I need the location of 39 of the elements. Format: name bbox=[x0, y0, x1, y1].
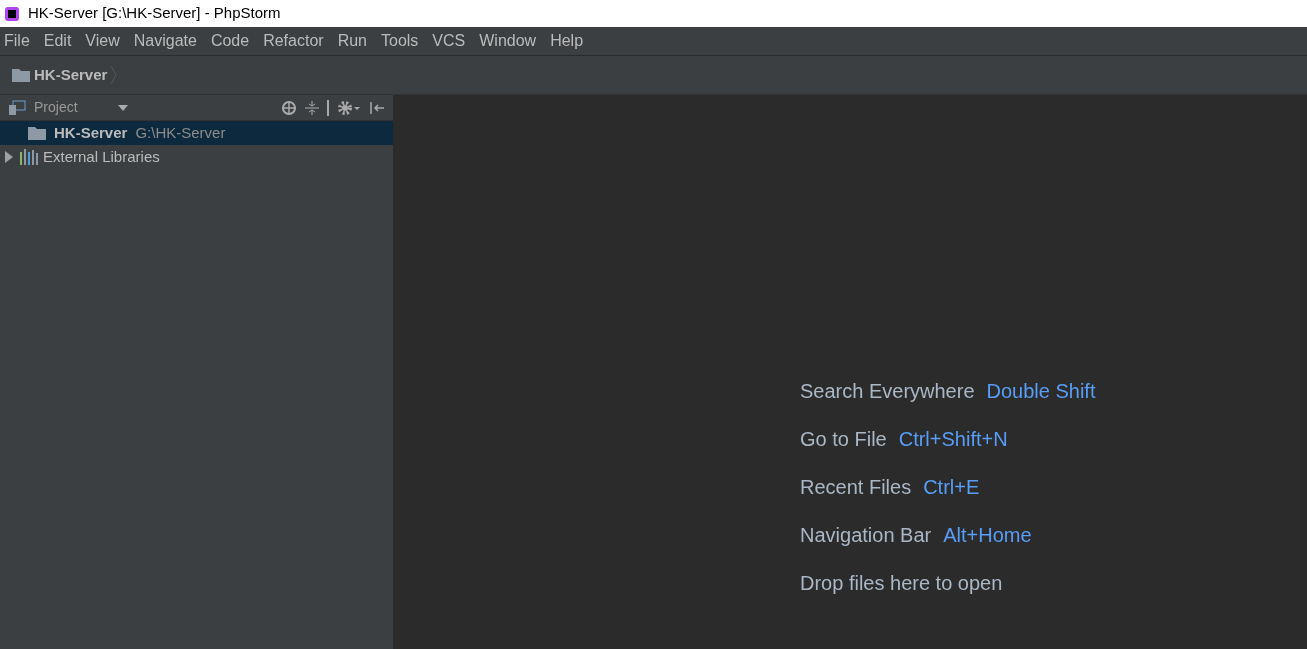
collapse-all-icon[interactable] bbox=[305, 99, 319, 116]
chevron-right-icon bbox=[111, 66, 118, 84]
menu-item[interactable]: Edit bbox=[43, 29, 72, 53]
hint-text: Drop files here to open bbox=[800, 571, 1003, 596]
tree-label: HK-Server bbox=[54, 122, 128, 143]
tree-item[interactable]: HK-Server G:\HK-Server bbox=[0, 121, 393, 145]
window-title: HK-Server [G:\HK-Server] - PhpStorm bbox=[28, 3, 281, 24]
menu-item[interactable]: File bbox=[4, 29, 30, 53]
project-view-icon bbox=[8, 99, 26, 116]
library-icon bbox=[20, 149, 39, 165]
dropdown-caret-icon[interactable] bbox=[117, 104, 128, 111]
hide-panel-icon[interactable] bbox=[369, 99, 385, 116]
hint-text: Go to File bbox=[800, 427, 887, 452]
shortcut-text: Ctrl+Shift+N bbox=[898, 427, 1008, 452]
shortcut-text: Alt+Home bbox=[943, 523, 1032, 548]
folder-path: G:\HK-Server bbox=[135, 122, 226, 143]
app-logo-icon bbox=[4, 5, 20, 22]
locate-icon[interactable] bbox=[281, 99, 297, 116]
hint-text: Search Everywhere bbox=[800, 379, 975, 404]
breadcrumb-item[interactable]: HK-Server bbox=[34, 63, 108, 87]
shortcut-text: Double Shift bbox=[986, 379, 1096, 404]
menu-item[interactable]: Help bbox=[550, 29, 584, 53]
menu-item[interactable]: Refactor bbox=[263, 29, 324, 53]
shortcut-text: Ctrl+E bbox=[923, 475, 980, 500]
hint-text: Recent Files bbox=[800, 475, 912, 500]
settings-icon[interactable] bbox=[337, 99, 361, 116]
menu-item[interactable]: Code bbox=[210, 29, 250, 53]
panel-title[interactable]: Project bbox=[34, 97, 78, 118]
menu-item[interactable]: VCS bbox=[432, 29, 466, 53]
menu-item[interactable]: Navigate bbox=[133, 29, 197, 53]
folder-icon bbox=[28, 126, 46, 140]
menu-item[interactable]: Run bbox=[337, 29, 367, 53]
menu-item[interactable]: Window bbox=[479, 29, 537, 53]
hint-text: Navigation Bar bbox=[800, 523, 932, 548]
folder-icon bbox=[12, 68, 30, 82]
tree-label: External Libraries bbox=[43, 146, 160, 167]
menu-item[interactable]: View bbox=[85, 29, 120, 53]
tree-item[interactable]: External Libraries bbox=[0, 145, 393, 169]
menu-item[interactable]: Tools bbox=[381, 29, 419, 53]
